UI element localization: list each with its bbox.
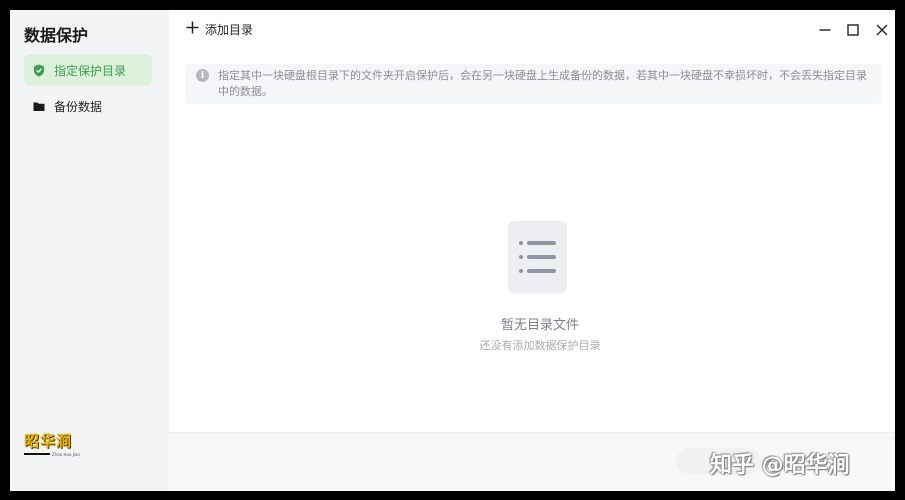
sidebar-item-backup-data[interactable]: 备份数据	[24, 90, 152, 122]
info-icon: i	[196, 69, 209, 82]
add-directory-label: 添加目录	[205, 22, 254, 37]
shield-icon	[32, 63, 46, 77]
brand-underline	[24, 453, 50, 455]
close-button[interactable]	[872, 20, 892, 40]
empty-state-illustration	[508, 221, 567, 293]
list-icon	[519, 241, 556, 273]
sidebar-item-protect-directory[interactable]: 指定保护目录	[24, 54, 152, 86]
brand-logo-text: 昭华涧	[24, 432, 73, 450]
info-notice: i 指定其中一块硬盘根目录下的文件夹开启保护后，会在另一块硬盘上生成备份的数据，…	[185, 64, 881, 104]
footer-bar: 知乎 @昭华涧	[169, 432, 895, 491]
watermark: 知乎 @昭华涧	[710, 453, 850, 478]
close-icon	[876, 21, 888, 40]
sidebar-item-label: 指定保护目录	[54, 63, 127, 78]
sidebar-item-label: 备份数据	[54, 99, 103, 114]
plus-icon	[186, 20, 199, 38]
minimize-icon	[819, 21, 831, 40]
minimize-button[interactable]	[815, 20, 835, 40]
main-panel: 添加目录 i 指定其中一块硬盘根目录下的文件夹开启保护后，会在另一块硬盘上生成备	[169, 10, 895, 491]
empty-state-title: 暂无目录文件	[500, 318, 579, 333]
brand-logo: 昭华涧 Zhao Hua Jian	[24, 430, 80, 457]
folder-icon	[32, 99, 46, 113]
info-notice-text: 指定其中一块硬盘根目录下的文件夹开启保护后，会在另一块硬盘上生成备份的数据，若其…	[218, 69, 867, 98]
empty-state-subtitle: 还没有添加数据保护目录	[479, 339, 601, 352]
app-title: 数据保护	[24, 26, 89, 45]
app-window: 数据保护 指定保护目录 备份数据 昭华涧 Zhao Hua Jian 添加目录 …	[10, 10, 895, 491]
toolbar: 添加目录	[169, 10, 895, 50]
brand-subtitle: Zhao Hua Jian	[52, 452, 80, 457]
add-directory-button[interactable]: 添加目录	[186, 20, 253, 38]
maximize-button[interactable]	[843, 20, 863, 40]
maximize-icon	[847, 21, 859, 40]
sidebar: 数据保护 指定保护目录 备份数据 昭华涧 Zhao Hua Jian	[10, 10, 169, 491]
